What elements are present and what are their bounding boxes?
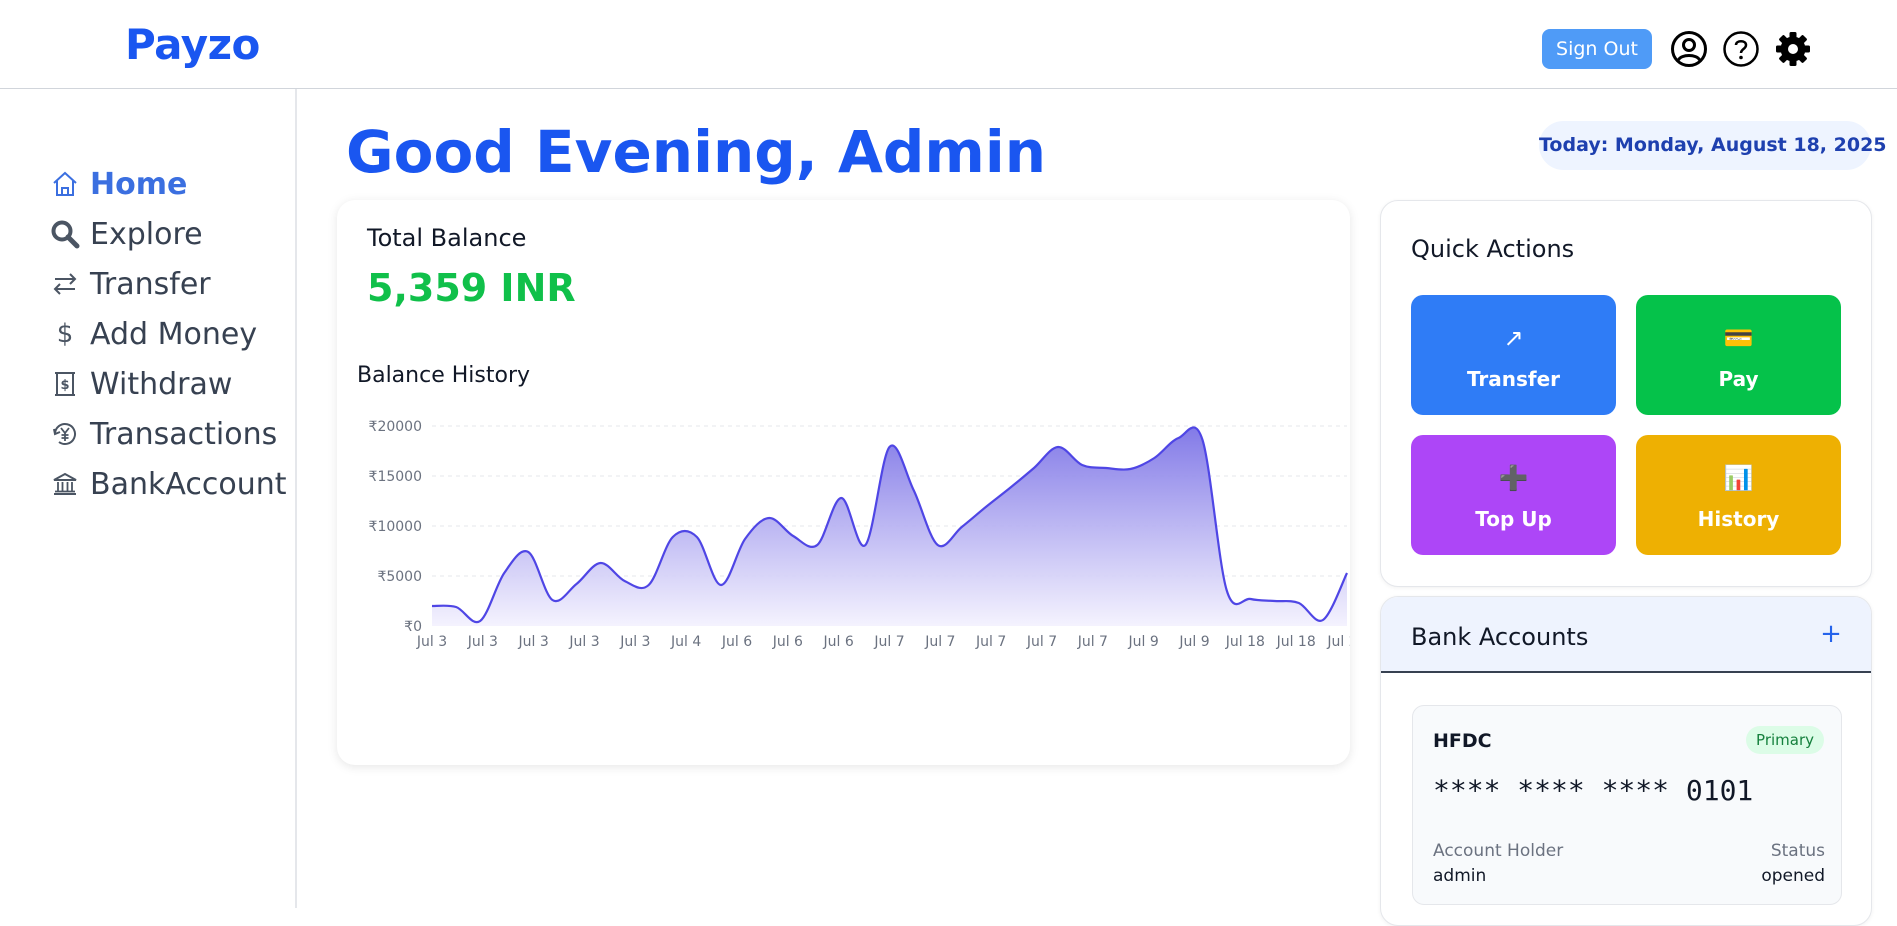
y-tick-label: ₹15000 — [369, 469, 422, 485]
quick-action-top-up-button[interactable]: ➕ Top Up — [1411, 435, 1616, 555]
add-bank-account-button[interactable]: + — [1818, 619, 1844, 649]
quick-action-history-button[interactable]: 📊 History — [1636, 435, 1841, 555]
x-tick-label: Jul 7 — [1026, 634, 1057, 650]
svg-text:$: $ — [60, 378, 69, 393]
home-icon — [50, 169, 80, 199]
bank-account-item[interactable]: HFDC Primary **** **** **** 0101 Account… — [1412, 705, 1842, 905]
account-holder-value: admin — [1433, 866, 1487, 886]
logo[interactable]: Payzo — [125, 20, 260, 69]
quick-actions-card: Quick Actions ↗ Transfer 💳 Pay ➕ Top Up … — [1380, 200, 1872, 587]
plus-icon: ➕ — [1498, 464, 1529, 492]
account-status-label: Status — [1770, 841, 1825, 861]
quick-action-label: Pay — [1718, 367, 1759, 391]
quick-action-transfer-button[interactable]: ↗ Transfer — [1411, 295, 1616, 415]
x-tick-label: Jul 3 — [568, 634, 599, 650]
help-circle-icon[interactable] — [1722, 30, 1760, 68]
y-tick-label: ₹10000 — [369, 519, 422, 535]
x-tick-label: Jul 4 — [670, 634, 701, 650]
x-tick-label: Jul 3 — [467, 634, 498, 650]
sidebar: Home Explore Transfer $ Add Money $ With… — [0, 89, 297, 908]
credit-card-icon: 💳 — [1723, 324, 1754, 352]
yen-refresh-icon — [50, 419, 80, 449]
arrows-left-right-icon — [50, 269, 80, 299]
sidebar-item-label: Home — [90, 166, 188, 202]
x-tick-label: Jul 7 — [873, 634, 904, 650]
balance-area-fill — [432, 427, 1347, 626]
quick-actions-title: Quick Actions — [1411, 235, 1575, 263]
x-tick-label: Jul 3 — [619, 634, 650, 650]
bank-accounts-card: Bank Accounts + HFDC Primary **** **** *… — [1380, 596, 1872, 926]
dollar-icon: $ — [56, 319, 74, 349]
sidebar-item-withdraw[interactable]: $ Withdraw — [50, 364, 232, 404]
bank-icon — [50, 469, 80, 499]
greeting-title: Good Evening, Admin — [346, 118, 1046, 186]
quick-action-pay-button[interactable]: 💳 Pay — [1636, 295, 1841, 415]
gear-icon[interactable] — [1774, 30, 1812, 68]
sidebar-item-label: Transfer — [90, 266, 211, 302]
bank-accounts-header: Bank Accounts + — [1381, 597, 1871, 673]
sidebar-item-label: Transactions — [90, 416, 278, 452]
x-tick-label: Jul 18 — [1225, 634, 1265, 650]
sidebar-item-home[interactable]: Home — [50, 164, 187, 204]
account-status-value: opened — [1761, 866, 1825, 886]
sidebar-item-transfer[interactable]: Transfer — [50, 264, 211, 304]
x-tick-label: Jul 3 — [416, 634, 447, 650]
sidebar-item-label: BankAccount — [90, 466, 287, 502]
balance-card: Total Balance 5,359 INR Balance History … — [337, 200, 1350, 765]
balance-history-chart: ₹0 ₹5000 ₹10000 ₹15000 ₹20000 Jul 3 Jul 3 Jul 3… — [369, 419, 1350, 650]
y-tick-label: ₹5000 — [377, 569, 422, 585]
account-number: **** **** **** 0101 — [1433, 774, 1754, 807]
cash-icon: $ — [50, 369, 80, 399]
y-tick-label: ₹20000 — [369, 419, 422, 435]
bank-name: HFDC — [1433, 730, 1492, 752]
balance-history-label: Balance History — [357, 363, 531, 388]
arrow-up-right-icon: ↗ — [1503, 324, 1524, 352]
total-balance-value: 5,359 INR — [367, 266, 576, 310]
x-tick-label: Jul 9 — [1178, 634, 1209, 650]
primary-badge: Primary — [1746, 726, 1824, 754]
sidebar-item-label: Explore — [90, 216, 203, 252]
sidebar-item-add-money[interactable]: $ Add Money — [50, 314, 257, 354]
sidebar-item-explore[interactable]: Explore — [50, 214, 203, 254]
x-tick-label: Jul 7 — [924, 634, 955, 650]
total-balance-label: Total Balance — [367, 224, 527, 252]
search-icon — [50, 219, 80, 249]
today-date-badge: Today: Monday, August 18, 2025 — [1539, 121, 1887, 170]
x-tick-label: Jul 7 — [975, 634, 1006, 650]
sidebar-item-label: Add Money — [90, 316, 258, 352]
user-circle-icon[interactable] — [1670, 30, 1708, 68]
x-tick-label: Jul 6 — [772, 634, 803, 650]
x-tick-label: Jul 6 — [823, 634, 854, 650]
sidebar-item-bankaccount[interactable]: BankAccount — [50, 464, 286, 504]
top-bar: Payzo Sign Out — [0, 0, 1897, 89]
x-tick-label: Jul 7 — [1077, 634, 1108, 650]
quick-action-label: Top Up — [1475, 507, 1552, 531]
quick-action-label: History — [1697, 507, 1780, 531]
x-tick-label: Jul 6 — [721, 634, 752, 650]
x-tick-label: Jul 18 — [1276, 634, 1316, 650]
bar-chart-icon: 📊 — [1723, 464, 1754, 492]
sign-out-button[interactable]: Sign Out — [1542, 29, 1652, 69]
bank-accounts-title: Bank Accounts — [1411, 623, 1589, 651]
sidebar-item-label: Withdraw — [90, 366, 233, 402]
quick-action-label: Transfer — [1466, 367, 1561, 391]
x-tick-label: Jul 28 — [1326, 634, 1350, 650]
x-tick-label: Jul 3 — [518, 634, 549, 650]
account-holder-label: Account Holder — [1433, 841, 1564, 861]
x-tick-label: Jul 9 — [1128, 634, 1159, 650]
y-tick-label: ₹0 — [404, 619, 422, 635]
sidebar-item-transactions[interactable]: Transactions — [50, 414, 277, 454]
